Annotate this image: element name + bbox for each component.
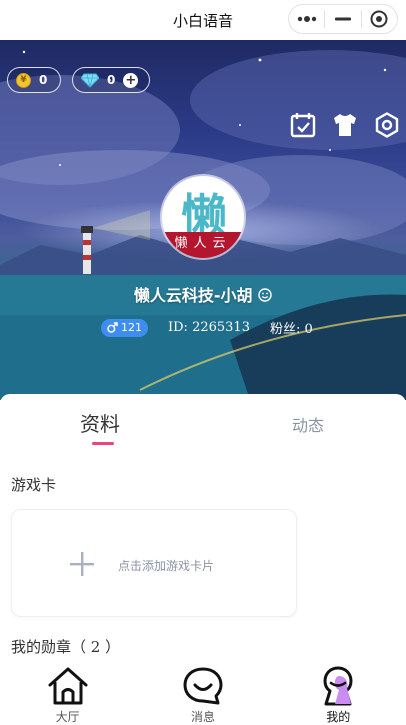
level-value: 121: [121, 321, 142, 334]
profile-content: 资料 动态 游戏卡 点击添加游戏卡片 我的勋章（ 2 ）: [0, 394, 406, 664]
smile-face-icon: [258, 288, 272, 302]
nav-label-messages: 消息: [190, 710, 215, 724]
add-game-card[interactable]: 点击添加游戏卡片: [11, 509, 297, 617]
tshirt-icon[interactable]: [332, 112, 358, 138]
male-icon: [107, 322, 118, 333]
nav-item-profile[interactable]: 我的: [271, 664, 406, 724]
active-tab-indicator: [92, 442, 114, 445]
tab-info[interactable]: 资料: [80, 408, 120, 437]
message-smile-icon: [183, 667, 223, 705]
mini-program-capsule: [288, 4, 398, 34]
game-cards-title: 游戏卡: [11, 476, 57, 494]
tab-feed[interactable]: 动态: [292, 412, 324, 436]
fans-count: 粉丝: 0: [269, 322, 313, 337]
home-icon: [48, 667, 88, 705]
avatar-banner: 懒人云: [162, 232, 244, 258]
profile-banner: ¥ 0 0 + 懒 懒人云 懒人云科技-小胡 121 ID: 2265313 粉…: [0, 40, 406, 400]
username: 懒人云科技-小胡: [0, 282, 406, 306]
header-actions: [290, 112, 400, 138]
avatar[interactable]: 懒 懒人云: [162, 176, 244, 258]
coin-balance[interactable]: ¥ 0: [7, 67, 61, 93]
more-button[interactable]: [289, 5, 324, 33]
calendar-check-icon[interactable]: [290, 112, 316, 138]
medals-title: 我的勋章（ 2 ）: [11, 636, 120, 657]
coin-icon: ¥: [16, 72, 31, 88]
minimize-button[interactable]: [325, 5, 360, 33]
gem-amount: 0: [107, 73, 116, 87]
profile-tabs: 资料 动态: [0, 394, 406, 450]
user-id: ID: 2265313: [168, 320, 250, 335]
nav-label-lobby: 大厅: [55, 710, 80, 724]
add-gems-icon[interactable]: +: [123, 72, 139, 88]
settings-hexagon-icon[interactable]: [374, 112, 400, 138]
username-text: 懒人云科技-小胡: [133, 286, 253, 305]
nav-label-profile: 我的: [326, 710, 351, 724]
title-bar: 小白语音: [0, 0, 406, 40]
profile-stats: 121 ID: 2265313 粉丝: 0: [101, 318, 313, 337]
page-title: 小白语音: [172, 11, 233, 30]
nav-item-messages[interactable]: 消息: [135, 664, 270, 724]
target-close-icon: [370, 10, 388, 28]
medals-count: （ 2 ）: [71, 638, 121, 656]
bottom-nav: 大厅 消息 我的: [0, 664, 406, 724]
gender-level-badge: 121: [101, 318, 148, 337]
plus-icon: [70, 552, 94, 576]
minimize-icon: [334, 17, 351, 21]
add-game-card-text: 点击添加游戏卡片: [118, 559, 215, 573]
gem-balance[interactable]: 0 +: [72, 67, 150, 93]
close-button[interactable]: [362, 5, 397, 33]
diamond-icon: [81, 73, 99, 88]
nav-item-lobby[interactable]: 大厅: [0, 664, 135, 724]
profile-icon: [323, 666, 353, 706]
medals-title-text: 我的勋章: [11, 638, 72, 656]
coin-amount: 0: [39, 73, 48, 87]
more-dots-icon: [297, 16, 316, 22]
